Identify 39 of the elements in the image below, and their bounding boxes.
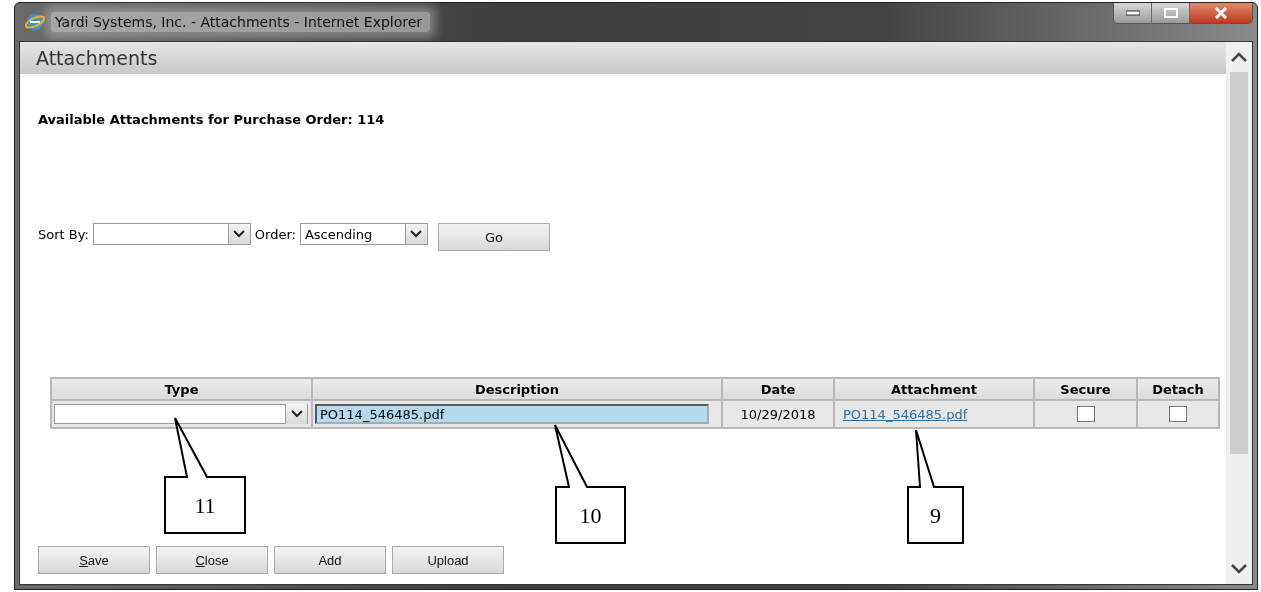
field-label: Sort By:	[38, 226, 89, 242]
scrollbar-thumb[interactable]	[1230, 72, 1248, 454]
column-header: Secure	[1034, 378, 1137, 400]
maximize-button[interactable]	[1152, 3, 1190, 23]
window-title: Yardi Systems, Inc. - Attachments - Internet Explorer	[51, 12, 431, 32]
scroll-down-icon[interactable]	[1231, 564, 1247, 574]
column-header: Detach	[1137, 378, 1219, 400]
page-heading: Available Attachments for Purchase Order: 114	[38, 112, 386, 127]
field-label: Order:	[254, 226, 296, 242]
panel-title: Attachments	[20, 42, 1226, 74]
minimize-button[interactable]	[1114, 3, 1152, 23]
save-button[interactable]: Save	[38, 546, 150, 574]
chevron-down-icon	[290, 410, 303, 418]
sort-by-dropdown[interactable]	[92, 223, 251, 245]
maximize-icon	[1163, 8, 1178, 18]
go-button[interactable]: Go	[437, 223, 550, 251]
upload-button[interactable]: Upload	[392, 546, 504, 574]
chevron-down-icon	[410, 230, 423, 238]
detach-checkbox[interactable]	[1169, 406, 1187, 422]
secure-checkbox[interactable]	[1076, 406, 1095, 422]
callout: 11	[164, 417, 246, 534]
description-field[interactable]: PO114_546485.pdf	[315, 404, 709, 424]
scroll-up-icon[interactable]	[1231, 52, 1247, 62]
close-button[interactable]: Close	[156, 546, 268, 574]
column-header: Type	[51, 378, 312, 400]
close-button[interactable]	[1190, 3, 1252, 23]
close-icon	[1214, 7, 1228, 19]
type-dropdown[interactable]	[54, 404, 308, 424]
order-dropdown[interactable]: Ascending	[299, 223, 428, 245]
column-header: Date	[722, 378, 834, 400]
add-button[interactable]: Add	[274, 546, 386, 574]
callout: 9	[907, 429, 964, 544]
date-cell: 10/29/2018	[740, 406, 816, 422]
column-header: Description	[312, 378, 722, 400]
chevron-down-icon	[233, 230, 246, 238]
column-header: Attachment	[834, 378, 1034, 400]
browser-logo-icon	[25, 12, 45, 32]
minimize-icon	[1125, 10, 1140, 16]
callout: 10	[554, 424, 626, 544]
